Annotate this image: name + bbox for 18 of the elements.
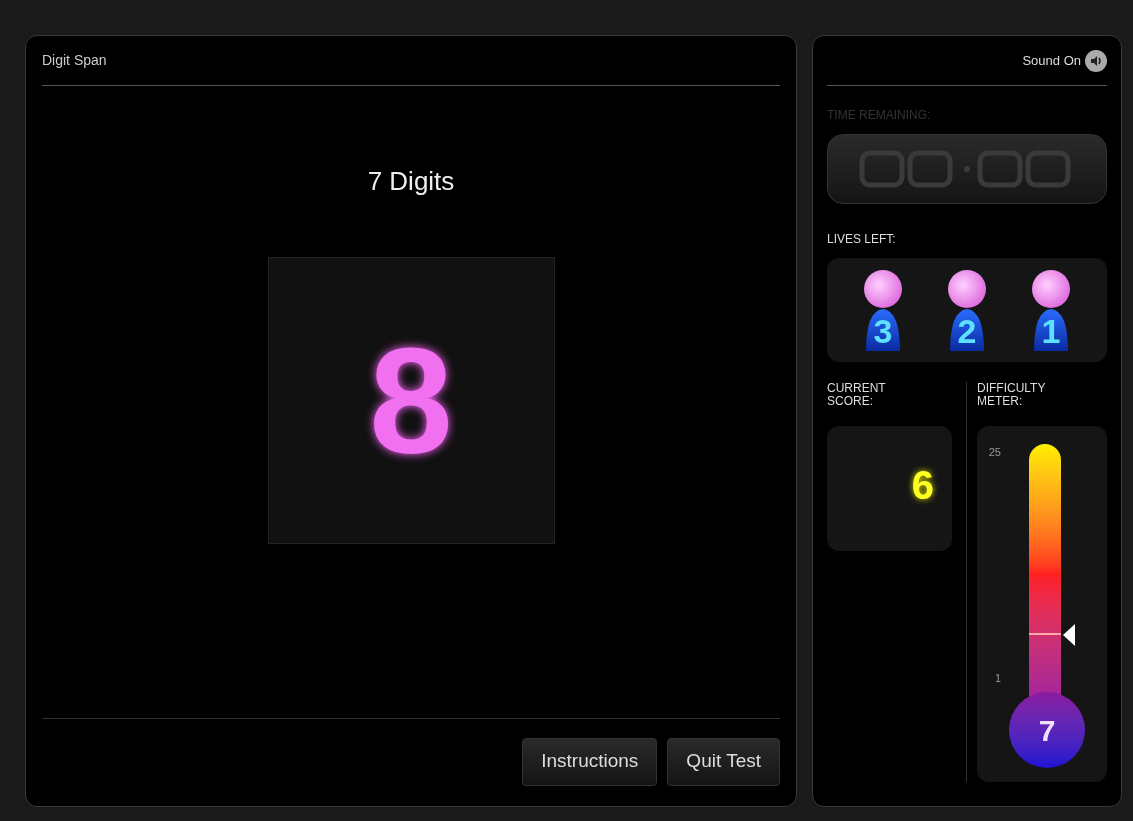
speaker-icon[interactable] [1085, 49, 1107, 72]
scale-max: 25 [988, 445, 1001, 460]
difficulty-label: DIFFICULTY METER: [977, 382, 1047, 408]
level-pointer-icon [1063, 624, 1075, 646]
current-digit: 8 [369, 325, 453, 476]
score-value: 6 [911, 461, 934, 509]
life-number: 2 [956, 311, 978, 351]
life-number: 3 [872, 311, 894, 351]
sound-label: Sound On [1022, 51, 1081, 70]
panel-title: Digit Span [42, 51, 107, 70]
lives-label: LIVES LEFT: [827, 231, 897, 248]
life-number: 1 [1040, 311, 1062, 351]
difficulty-value: 7 [1038, 712, 1056, 749]
quit-button[interactable]: Quit Test [667, 737, 780, 786]
score-label: CURRENT SCORE: [827, 382, 887, 408]
instructions-button[interactable]: Instructions [522, 737, 658, 786]
digits-heading: 7 Digits [367, 165, 455, 198]
scale-min: 1 [994, 670, 1001, 686]
